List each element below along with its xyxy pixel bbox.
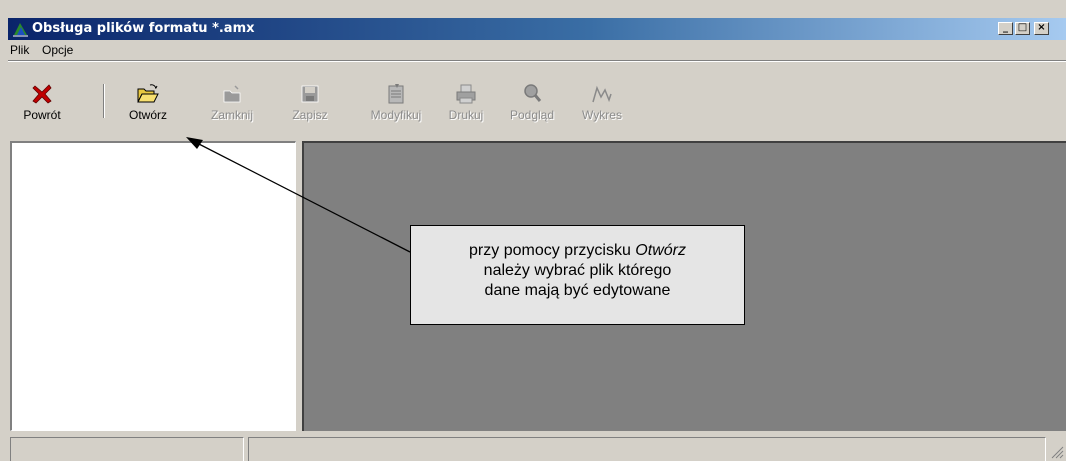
app-icon — [13, 23, 28, 37]
status-panel-left — [10, 437, 244, 461]
title-bar[interactable]: Obsługa plików formatu *.amx _ □ × — [8, 18, 1066, 40]
status-panel-main — [248, 437, 1046, 461]
annotation-callout: przy pomocy przycisku Otwórz należy wybr… — [410, 225, 745, 325]
wykres-label: Wykres — [582, 108, 622, 122]
printer-icon — [456, 84, 476, 104]
modyfikuj-label: Modyfikuj — [370, 108, 422, 122]
callout-line-3: dane mają być edytowane — [484, 282, 671, 299]
zapisz-button[interactable]: Zapisz — [282, 82, 338, 138]
maximize-button[interactable]: □ — [1015, 22, 1030, 35]
toolbar: Powrót Otwórz Zamknij Zapisz Modyfikuj D… — [8, 62, 1066, 142]
chart-line-icon — [592, 85, 612, 103]
toolbar-separator — [103, 84, 105, 118]
menu-opcje[interactable]: Opcje — [42, 43, 73, 57]
callout-text-button-name: Otwórz — [635, 242, 686, 259]
callout-line-2: należy wybrać plik którego — [483, 262, 672, 279]
zamknij-button[interactable]: Zamknij — [204, 82, 260, 138]
drukuj-label: Drukuj — [448, 108, 484, 122]
close-folder-icon — [223, 85, 241, 103]
window-title: Obsługa plików formatu *.amx — [32, 21, 255, 36]
modify-document-icon — [388, 84, 404, 104]
otworz-label: Otwórz — [128, 108, 167, 122]
callout-text-prefix: przy pomocy przycisku — [469, 242, 636, 259]
otworz-button[interactable]: Otwórz — [120, 82, 176, 138]
modyfikuj-button[interactable]: Modyfikuj — [368, 82, 424, 138]
callout-line-1: przy pomocy przycisku Otwórz — [411, 241, 744, 261]
powrot-button[interactable]: Powrót — [14, 82, 70, 138]
save-disk-icon — [301, 85, 319, 103]
close-x-icon — [32, 84, 52, 104]
zapisz-label: Zapisz — [292, 108, 328, 122]
drukuj-button[interactable]: Drukuj — [438, 82, 494, 138]
zamknij-label: Zamknij — [210, 108, 253, 122]
minimize-button[interactable]: _ — [998, 22, 1013, 35]
file-list-panel[interactable] — [10, 141, 296, 431]
podglad-button[interactable]: Podgląd — [504, 82, 560, 138]
close-button[interactable]: × — [1034, 22, 1049, 35]
menu-bar: Plik Opcje — [8, 40, 1066, 60]
resize-grip-icon[interactable] — [1050, 443, 1064, 459]
magnifier-icon — [524, 84, 542, 102]
menu-plik[interactable]: Plik — [10, 43, 29, 57]
open-folder-icon — [137, 84, 159, 103]
powrot-label: Powrót — [23, 108, 61, 122]
podglad-label: Podgląd — [509, 108, 555, 122]
wykres-button[interactable]: Wykres — [574, 82, 630, 138]
status-bar — [8, 435, 1066, 461]
